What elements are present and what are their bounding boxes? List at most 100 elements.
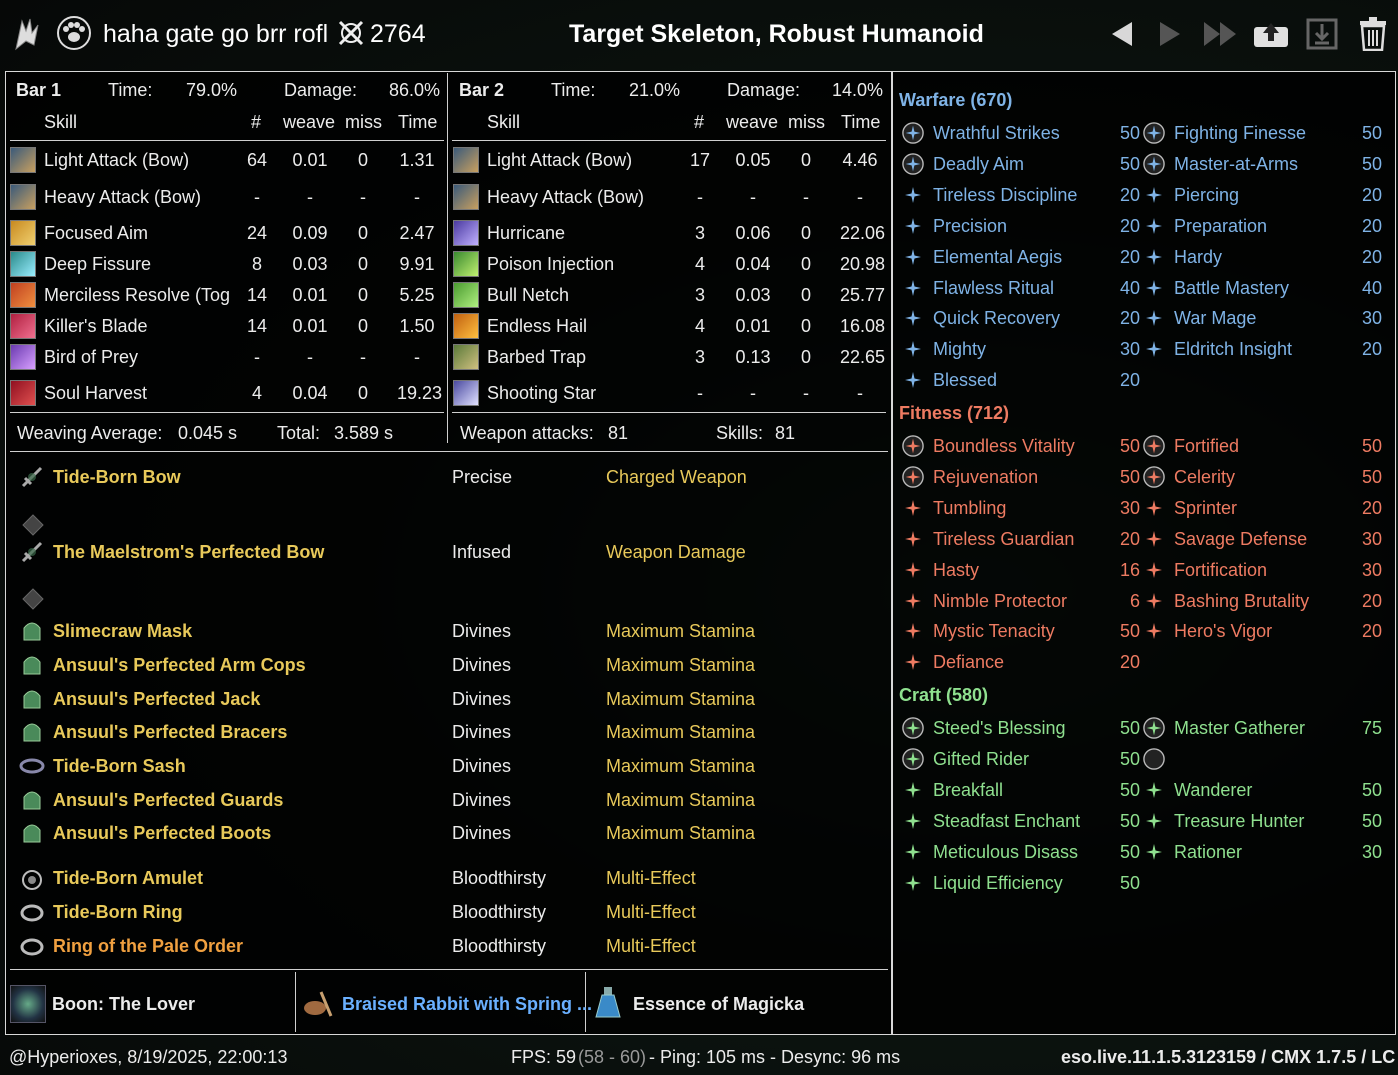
empty-glyph-slot-icon: [19, 511, 47, 539]
gear-bottom-divider: [10, 969, 888, 970]
star-icon: [1143, 841, 1165, 863]
cp-star-name: Bashing Brutality: [1174, 590, 1310, 611]
ring-icon: [18, 932, 46, 960]
bar2-col-count: #: [694, 112, 705, 132]
helmet-icon: [18, 617, 46, 645]
skill-miss: 0: [357, 285, 368, 305]
skill-name: Light Attack (Bow): [44, 150, 190, 170]
skill-time: -: [857, 383, 863, 403]
bar1-time-label: Time:: [108, 80, 153, 100]
cp-star-value: 20: [1119, 246, 1140, 267]
cp-star-name: Steadfast Enchant: [933, 810, 1081, 831]
cp-star-value: 20: [1119, 528, 1140, 549]
bow-gear-icon: [18, 463, 46, 491]
skill-name: Bull Netch: [487, 285, 570, 305]
next-fight-button[interactable]: [1150, 14, 1190, 54]
skill-miss: 0: [357, 150, 368, 170]
gear-enchant: Maximum Stamina: [606, 790, 756, 810]
cp-star-name: Battle Mastery: [1174, 277, 1290, 298]
bar1-time-value: 79.0%: [186, 80, 238, 100]
skill-weave: 0.09: [292, 223, 328, 243]
star-icon: [1143, 810, 1165, 832]
skill-count: -: [697, 383, 703, 403]
bar1-label: Bar 1: [16, 80, 62, 100]
star-icon: [902, 810, 924, 832]
gear-name: Ansuul's Perfected Jack: [53, 689, 261, 709]
skill-time: -: [857, 187, 863, 207]
gear-name: Ansuul's Perfected Guards: [53, 790, 284, 810]
skill-name: Poison Injection: [487, 254, 615, 274]
merciless-resolve-icon: [10, 282, 36, 308]
save-icon[interactable]: [1302, 14, 1342, 54]
bar2-damage-value: 14.0%: [832, 80, 884, 100]
cp-star-name: Defiance: [933, 652, 1005, 673]
fps-label: FPS: 59: [511, 1047, 577, 1067]
food-label: Braised Rabbit with Spring ...: [342, 994, 593, 1014]
bar2-damage-label: Damage:: [727, 80, 801, 100]
bow-icon: [453, 147, 479, 173]
slotted-star-icon: [902, 153, 924, 175]
skill-count: 4: [251, 383, 262, 403]
skills-value: 81: [775, 423, 796, 443]
bar1-col-time: Time: [398, 112, 438, 132]
cp-star-value: 50: [1119, 621, 1140, 642]
cp-star-value: 50: [1119, 779, 1140, 800]
trash-icon[interactable]: [1353, 14, 1393, 54]
cp-star-name: Rejuvenation: [933, 466, 1039, 487]
bow-icon: [453, 184, 479, 210]
skill-miss: 0: [800, 347, 811, 367]
star-icon: [1143, 497, 1165, 519]
gear-trait: Bloodthirsty: [452, 902, 547, 922]
previous-fight-button[interactable]: [1102, 14, 1142, 54]
gear-enchant: Maximum Stamina: [606, 689, 756, 709]
gear-name: Ansuul's Perfected Arm Cops: [53, 655, 306, 675]
skill-count: -: [254, 347, 260, 367]
skill-weave: 0.01: [292, 316, 328, 336]
last-fight-button[interactable]: [1200, 14, 1240, 54]
skill-time: 20.98: [840, 254, 886, 274]
slotted-star-icon: [1143, 435, 1165, 457]
gear-enchant: Multi-Effect: [606, 936, 696, 956]
cp-star-value: 50: [1119, 748, 1140, 769]
cp-star-value: 30: [1119, 339, 1140, 360]
cp-star-name: Master Gatherer: [1174, 718, 1306, 738]
cp-star-name: Fortified: [1174, 436, 1240, 456]
cp-star-name: Mighty: [933, 339, 987, 360]
skill-miss: 0: [800, 285, 811, 305]
star-icon: [902, 651, 924, 673]
skill-miss: 0: [357, 223, 368, 243]
killers-blade-icon: [10, 313, 36, 339]
gear-name: Tide-Born Ring: [53, 902, 183, 922]
skill-time: 9.91: [399, 254, 435, 274]
gear-trait: Divines: [452, 722, 512, 742]
skill-name: Light Attack (Bow): [487, 150, 633, 170]
star-icon: [902, 246, 924, 268]
weaving-average-label: Weaving Average:: [17, 423, 163, 443]
skill-weave: -: [750, 383, 756, 403]
cp-star-name: Deadly Aim: [933, 153, 1025, 174]
cp-star-value: 40: [1361, 277, 1382, 298]
cp-star-value: 6: [1129, 590, 1140, 611]
score-value: 2764: [370, 20, 426, 48]
empty-glyph-slot-icon: [19, 585, 47, 613]
gear-trait: Bloodthirsty: [452, 936, 547, 956]
gear-enchant: Multi-Effect: [606, 868, 696, 888]
gear-trait: Bloodthirsty: [452, 868, 547, 888]
boon-label: Boon: The Lover: [52, 994, 195, 1014]
skill-weave: 0.03: [292, 254, 328, 274]
gear-name: Slimecraw Mask: [53, 621, 193, 641]
star-icon: [902, 215, 924, 237]
gear-trait: Divines: [452, 823, 512, 843]
upload-icon[interactable]: [1251, 14, 1291, 54]
skill-count: 64: [246, 150, 268, 170]
skill-weave: -: [750, 187, 756, 207]
cp-star-value: 50: [1361, 436, 1382, 456]
skill-time: 22.06: [840, 223, 886, 243]
gear-enchant: Maximum Stamina: [606, 722, 756, 742]
star-icon: [1143, 246, 1165, 268]
gear-enchant: Charged Weapon: [606, 467, 747, 487]
skill-time: 4.46: [842, 150, 878, 170]
fps-range: (58 - 60): [578, 1047, 647, 1067]
cp-star-value: 20: [1361, 497, 1382, 518]
skill-time: 1.50: [399, 316, 435, 336]
